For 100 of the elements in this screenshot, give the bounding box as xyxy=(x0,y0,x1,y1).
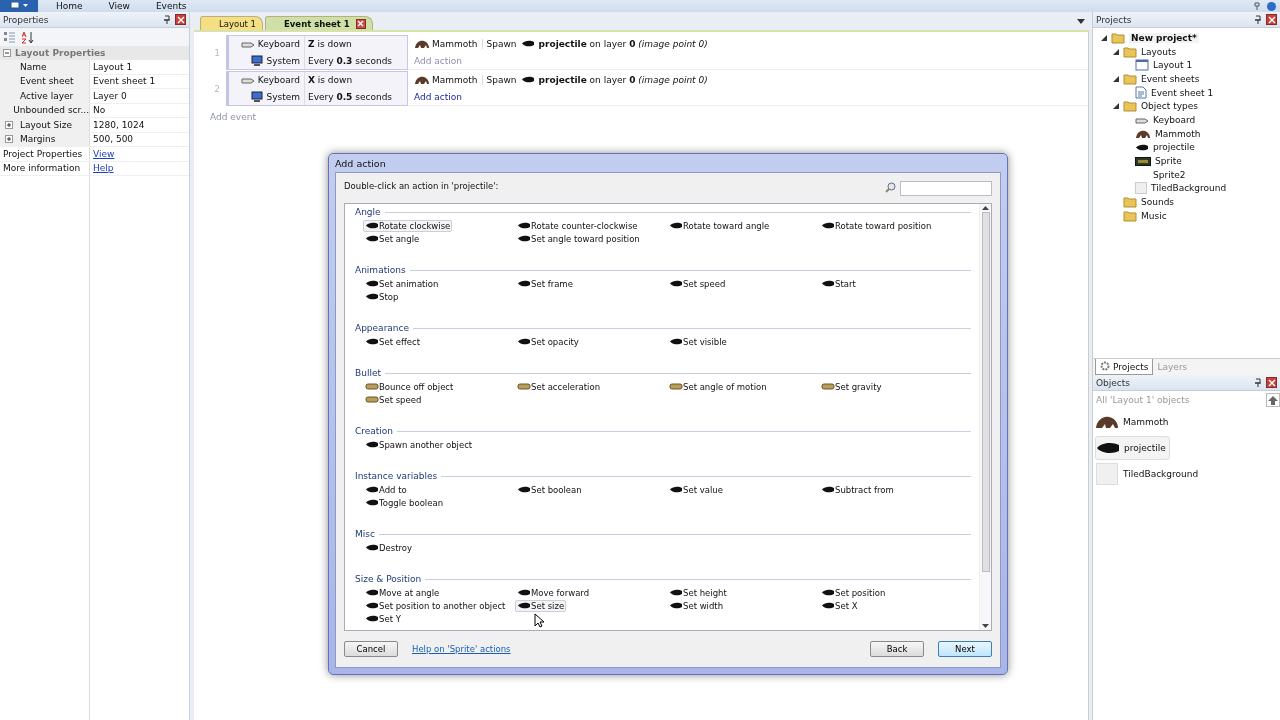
dialog-button[interactable]: Next xyxy=(938,641,992,657)
up-arrow-icon[interactable] xyxy=(1266,393,1280,407)
tree-item[interactable]: Sounds xyxy=(1141,197,1175,208)
add-action-link[interactable]: Add action xyxy=(414,91,462,102)
action-item[interactable]: Set height xyxy=(667,586,729,599)
close-icon[interactable] xyxy=(175,14,186,25)
tree-item[interactable]: Event sheets xyxy=(1141,73,1200,84)
action-item[interactable]: Destroy xyxy=(363,541,415,554)
expand-arrow-icon[interactable] xyxy=(1113,75,1119,82)
object-item[interactable]: Mammoth xyxy=(1095,410,1172,434)
object-item[interactable]: projectile xyxy=(1095,436,1170,460)
action-item[interactable]: Spawn another object xyxy=(363,438,475,451)
action-item[interactable]: Set X xyxy=(819,599,860,612)
document-tab[interactable]: Event sheet 1 xyxy=(265,16,373,30)
tree-item[interactable]: Event sheet 1 xyxy=(1151,87,1214,98)
help-link[interactable]: Help on 'Sprite' actions xyxy=(412,644,511,654)
dialog-button[interactable]: Cancel xyxy=(344,641,398,657)
folder-icon xyxy=(1123,196,1137,209)
action-item[interactable]: Set angle xyxy=(363,232,422,245)
tree-item[interactable]: Sprite xyxy=(1155,156,1182,167)
action-item[interactable]: Move forward xyxy=(515,586,592,599)
close-icon[interactable] xyxy=(1266,14,1277,25)
dialog-button[interactable]: Back xyxy=(870,641,924,657)
action-item[interactable]: Move at angle xyxy=(363,586,442,599)
tree-item[interactable]: Keyboard xyxy=(1153,114,1196,125)
bar-icon xyxy=(821,383,835,390)
help-icon[interactable] xyxy=(1267,1,1276,11)
action-item[interactable]: Rotate counter-clockwise xyxy=(515,219,640,232)
action-item[interactable]: Start xyxy=(819,277,858,290)
app-menu-button[interactable] xyxy=(0,0,38,12)
action-item[interactable]: Rotate clockwise xyxy=(363,219,453,232)
event-conditions[interactable]: Keyboard X is down System Every 0.5 seconds xyxy=(226,71,408,106)
menu-item[interactable]: Home xyxy=(56,1,83,11)
search-field[interactable] xyxy=(900,181,992,196)
expand-icon[interactable] xyxy=(5,120,13,129)
action-item[interactable]: Stop xyxy=(363,290,401,303)
action-item[interactable]: Rotate toward angle xyxy=(667,219,772,232)
menu-item[interactable]: Events xyxy=(155,1,187,11)
scroll-down-icon[interactable] xyxy=(982,624,989,628)
tree-item[interactable]: Layout 1 xyxy=(1153,60,1193,71)
action-item[interactable]: Set speed xyxy=(667,277,728,290)
action-item[interactable]: Set opacity xyxy=(515,335,581,348)
action-item[interactable]: Bounce off object xyxy=(363,380,456,393)
action-item[interactable]: Set visible xyxy=(667,335,729,348)
dropdown-arrow-icon[interactable] xyxy=(1077,16,1085,26)
tree-item[interactable]: projectile xyxy=(1153,142,1195,153)
sort-alpha-icon[interactable] xyxy=(22,30,34,44)
tree-item[interactable]: Mammoth xyxy=(1155,128,1201,139)
tree-item[interactable]: TiledBackground xyxy=(1151,183,1227,194)
tree-item[interactable]: New project* xyxy=(1129,32,1199,43)
action-item[interactable]: Set effect xyxy=(363,335,422,348)
action-item[interactable]: Rotate toward position xyxy=(819,219,934,232)
expand-arrow-icon[interactable] xyxy=(1113,48,1119,55)
action-item[interactable]: Add to xyxy=(363,483,409,496)
expand-arrow-icon[interactable] xyxy=(1101,34,1107,41)
action-item[interactable]: Set angle toward position xyxy=(515,232,642,245)
pin-icon[interactable] xyxy=(163,15,171,24)
property-link[interactable]: Help xyxy=(93,163,114,174)
scrollbar[interactable] xyxy=(979,204,991,630)
action-item[interactable]: Subtract from xyxy=(819,483,896,496)
tree-item[interactable]: Layouts xyxy=(1141,46,1177,57)
action-item[interactable]: Set size xyxy=(515,599,567,612)
action-item[interactable]: Set speed xyxy=(363,393,424,406)
property-link[interactable]: View xyxy=(93,148,115,159)
pin-icon[interactable] xyxy=(1253,2,1261,10)
tree-item[interactable]: Object types xyxy=(1141,101,1198,112)
folder-icon xyxy=(1123,209,1137,222)
action-item[interactable]: Set boolean xyxy=(515,483,584,496)
collapse-icon[interactable] xyxy=(3,49,11,57)
close-icon[interactable] xyxy=(1266,377,1277,388)
property-name: More information xyxy=(3,163,81,174)
expand-arrow-icon[interactable] xyxy=(1113,103,1119,110)
blob-icon xyxy=(821,222,835,229)
object-item[interactable]: TiledBackground xyxy=(1095,462,1202,486)
close-icon[interactable] xyxy=(355,18,366,29)
scroll-up-icon[interactable] xyxy=(982,206,989,210)
action-item[interactable]: Set position xyxy=(819,586,888,599)
action-item[interactable]: Set width xyxy=(667,599,726,612)
pin-icon[interactable] xyxy=(1254,15,1262,24)
action-item[interactable]: Set Y xyxy=(363,612,403,625)
panel-tab[interactable]: Projects xyxy=(1095,359,1154,375)
action-text: projectile on layer 0 (image point 0) xyxy=(538,74,708,85)
tree-item[interactable]: Music xyxy=(1141,210,1167,221)
panel-title: Objects xyxy=(1096,377,1130,388)
categorized-icon[interactable] xyxy=(4,31,16,43)
menu-item[interactable]: View xyxy=(108,1,130,11)
property-group-header[interactable]: Layout Properties xyxy=(0,46,189,60)
action-item[interactable]: Set angle of motion xyxy=(667,380,769,393)
pin-icon[interactable] xyxy=(1254,378,1262,387)
property-value: 1280, 1024 xyxy=(93,119,145,130)
action-item[interactable]: Set frame xyxy=(515,277,575,290)
action-item[interactable]: Set acceleration xyxy=(515,380,603,393)
action-item[interactable]: Set animation xyxy=(363,277,441,290)
expand-icon[interactable] xyxy=(5,135,13,144)
tree-item[interactable]: Sprite2 xyxy=(1153,169,1186,180)
action-item[interactable]: Set position to another object xyxy=(363,599,508,612)
action-item[interactable]: Toggle boolean xyxy=(363,496,445,509)
document-tab[interactable]: Layout 1 xyxy=(200,16,263,30)
action-item[interactable]: Set value xyxy=(667,483,725,496)
action-item[interactable]: Set gravity xyxy=(819,380,884,393)
